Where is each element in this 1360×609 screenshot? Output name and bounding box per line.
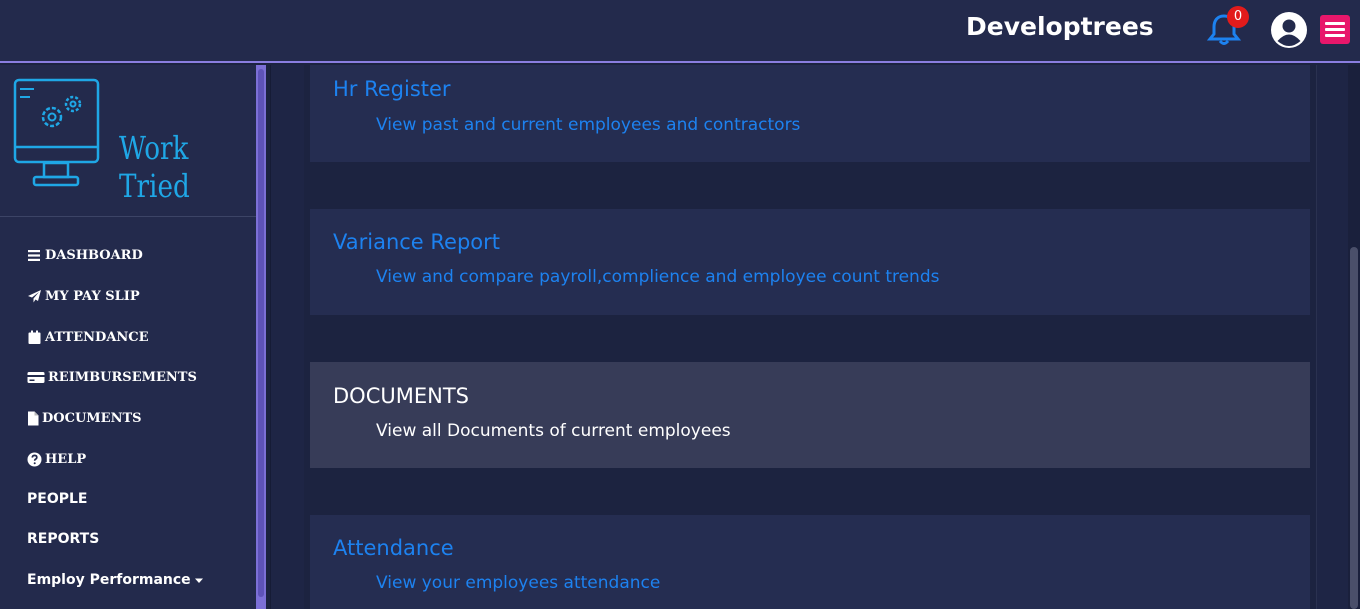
- content-frame-left: [270, 65, 304, 609]
- sidebar-item-my-pay-slip[interactable]: MY PAY SLIP: [27, 285, 140, 307]
- sidebar-item-label: REPORTS: [27, 531, 100, 547]
- card-description: View and compare payroll,complience and …: [376, 267, 940, 287]
- card-description: View your employees attendance: [376, 573, 661, 593]
- bars-icon: [27, 248, 42, 263]
- content-frame-right: [1316, 65, 1348, 609]
- sidebar-item-label: PEOPLE: [27, 491, 88, 507]
- card-description: View past and current employees and cont…: [376, 115, 801, 135]
- caret-down-icon: [194, 573, 204, 588]
- card-title: Hr Register: [333, 77, 451, 101]
- sidebar-item-label: DASHBOARD: [45, 247, 143, 263]
- sidebar-item-label: DOCUMENTS: [42, 410, 142, 426]
- sidebar-divider: [0, 216, 256, 217]
- hamburger-menu-button[interactable]: [1320, 15, 1350, 44]
- report-card-attendance[interactable]: Attendance View your employees attendanc…: [310, 515, 1310, 609]
- sidebar-item-help[interactable]: HELP: [27, 448, 86, 470]
- card-description: View all Documents of current employees: [376, 421, 731, 441]
- main-scrollbar[interactable]: [1348, 65, 1360, 609]
- sidebar-item-employ-performance[interactable]: Employ Performance: [27, 569, 204, 591]
- sidebar-item-reports[interactable]: REPORTS: [27, 528, 99, 550]
- file-icon: [27, 411, 39, 426]
- report-card-hr-register[interactable]: Hr Register View past and current employ…: [310, 65, 1310, 162]
- sidebar-item-people[interactable]: PEOPLE: [27, 488, 87, 510]
- sidebar-item-documents[interactable]: DOCUMENTS: [27, 407, 142, 429]
- work-tried-logo: Work Tried: [12, 77, 252, 207]
- report-card-variance-report[interactable]: Variance Report View and compare payroll…: [310, 209, 1310, 315]
- sidebar-item-label: ATTENDANCE: [45, 329, 149, 345]
- card-title: Attendance: [333, 536, 454, 560]
- brand-title: Developtrees: [966, 12, 1154, 41]
- top-navbar: Developtrees 0: [0, 0, 1360, 63]
- calendar-icon: [27, 330, 42, 345]
- sidebar-item-label: MY PAY SLIP: [45, 288, 140, 304]
- logo-text: Work Tried: [119, 129, 190, 205]
- report-card-documents[interactable]: DOCUMENTS View all Documents of current …: [310, 362, 1310, 468]
- sidebar-item-label: REIMBURSEMENTS: [48, 369, 197, 385]
- sidebar-scrollbar[interactable]: [256, 65, 266, 609]
- sidebar-item-label: HELP: [45, 451, 87, 467]
- sidebar-scrollbar-thumb[interactable]: [258, 69, 264, 597]
- card-title: Variance Report: [333, 230, 501, 254]
- card-title: DOCUMENTS: [333, 384, 469, 408]
- sidebar: Work Tried DASHBOARD MY PAY SLIP ATTENDA…: [0, 65, 256, 609]
- user-avatar-icon[interactable]: [1270, 11, 1308, 49]
- main-scrollbar-thumb[interactable]: [1350, 247, 1358, 609]
- sidebar-item-attendance[interactable]: ATTENDANCE: [27, 326, 149, 348]
- sidebar-item-reimbursements[interactable]: REIMBURSEMENTS: [27, 366, 197, 388]
- sidebar-item-label: Employ Performance: [27, 572, 191, 588]
- question-circle-icon: [27, 452, 42, 467]
- sidebar-item-dashboard[interactable]: DASHBOARD: [27, 244, 143, 266]
- paper-plane-icon: [27, 289, 42, 304]
- credit-card-icon: [27, 370, 45, 385]
- notification-badge: 0: [1227, 6, 1249, 28]
